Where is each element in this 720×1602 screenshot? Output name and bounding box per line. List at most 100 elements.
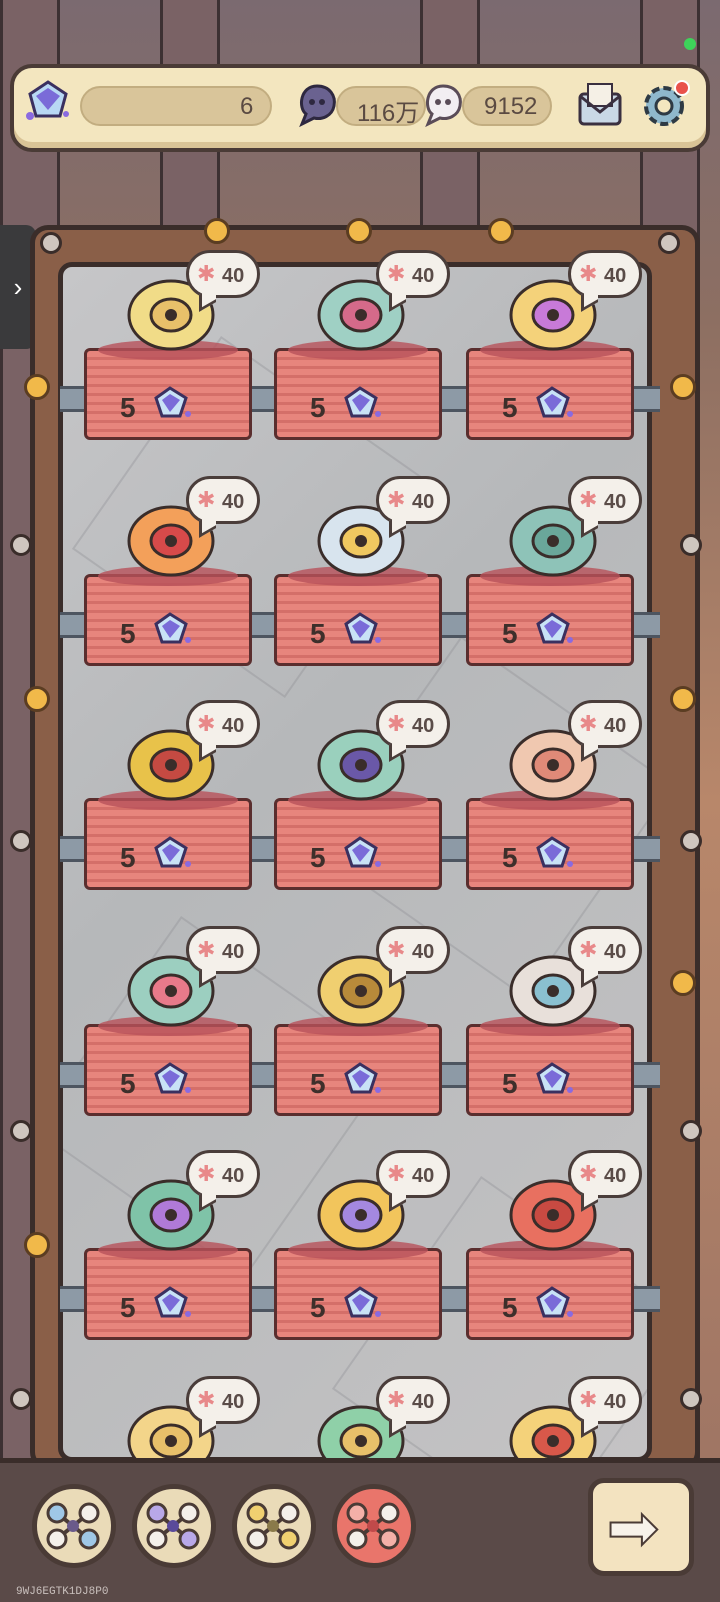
reward-amount: 40	[604, 715, 627, 737]
purple-molecule-icon	[146, 1502, 200, 1550]
flower-icon: ✱	[197, 487, 216, 512]
item-price: 5	[120, 618, 136, 649]
mail-icon[interactable]	[574, 78, 626, 130]
gem-currency-icon	[26, 80, 69, 120]
gem-price-icon	[154, 836, 191, 868]
gem-price-icon	[536, 1286, 573, 1318]
settings-gear-icon[interactable]	[638, 78, 692, 132]
shop-item-slot[interactable]: ✱ 40 5	[76, 250, 262, 466]
flower-icon: ✱	[387, 487, 406, 512]
chevron-right-icon: ›	[13, 271, 23, 302]
shop-item-slot[interactable]: ✱ 40 5	[266, 476, 452, 692]
status-indicator-dot	[684, 38, 696, 50]
reward-amount: 40	[222, 715, 245, 737]
shop-item-slot[interactable]: ✱ 40 5	[266, 250, 452, 466]
gem-count: 6	[240, 93, 254, 120]
reward-bubble: ✱ 40	[376, 700, 450, 748]
reward-amount: 40	[412, 265, 435, 287]
shop-item-slot[interactable]: ✱ 40 5	[76, 476, 262, 692]
flower-icon: ✱	[197, 1387, 216, 1412]
lamp-decor	[24, 374, 50, 400]
shop-item-slot[interactable]: ✱ 40 5	[266, 1150, 452, 1366]
flower-icon: ✱	[387, 261, 406, 286]
flower-icon: ✱	[579, 937, 598, 962]
item-price: 5	[310, 618, 326, 649]
shop-item-slot[interactable]: ✱ 40 5	[458, 926, 644, 1142]
molecule-tool-button[interactable]	[332, 1484, 416, 1568]
gem-price-icon	[154, 1062, 191, 1094]
gem-price-icon	[154, 1286, 191, 1318]
reward-amount: 40	[412, 491, 435, 513]
arrow-right-icon: ➡	[606, 1493, 660, 1564]
reward-amount: 40	[412, 715, 435, 737]
gem-price-icon	[344, 1286, 381, 1318]
gem-price-icon	[344, 612, 381, 644]
reward-bubble: ✱ 40	[568, 250, 642, 298]
reward-bubble: ✱ 40	[568, 700, 642, 748]
bolt-decor	[680, 534, 702, 556]
flower-icon: ✱	[197, 1161, 216, 1186]
gem-price-icon	[344, 836, 381, 868]
item-price: 5	[310, 1068, 326, 1099]
reward-amount: 40	[604, 1165, 627, 1187]
shop-item-slot[interactable]: ✱ 40 5	[76, 700, 262, 916]
gem-price-icon	[536, 1062, 573, 1094]
item-price: 5	[310, 1292, 326, 1323]
bolt-decor	[680, 1120, 702, 1142]
flower-icon: ✱	[197, 937, 216, 962]
flower-icon: ✱	[579, 1161, 598, 1186]
reward-bubble: ✱ 40	[186, 1376, 260, 1424]
lamp-decor	[24, 686, 50, 712]
shop-item-slot[interactable]: ✱ 40 5	[458, 1150, 644, 1366]
reward-bubble: ✱ 40	[568, 1376, 642, 1424]
reward-amount: 40	[222, 1165, 245, 1187]
reward-bubble: ✱ 40	[376, 476, 450, 524]
reward-amount: 40	[604, 941, 627, 963]
lamp-decor	[670, 374, 696, 400]
next-page-button[interactable]: ➡	[588, 1478, 694, 1576]
bolt-decor	[40, 232, 62, 254]
bolt-decor	[10, 830, 32, 852]
gem-price-icon	[154, 612, 191, 644]
reward-bubble: ✱ 40	[568, 926, 642, 974]
molecule-tool-button[interactable]	[232, 1484, 316, 1568]
shop-item-slot[interactable]: ✱ 40 5	[266, 926, 452, 1142]
molecule-tool-button[interactable]	[32, 1484, 116, 1568]
reward-amount: 40	[412, 1391, 435, 1413]
flower-icon: ✱	[579, 487, 598, 512]
gem-price-icon	[536, 836, 573, 868]
dark-soul-count: 116万	[357, 100, 420, 127]
shop-item-slot[interactable]: ✱ 40 5	[76, 1150, 262, 1366]
flower-icon: ✱	[197, 711, 216, 736]
lamp-decor	[204, 218, 230, 244]
light-soul-icon	[425, 84, 462, 128]
item-price: 5	[120, 1292, 136, 1323]
shop-item-slot[interactable]: ✱ 40 5	[266, 700, 452, 916]
reward-bubble: ✱ 40	[186, 476, 260, 524]
bolt-decor	[10, 1388, 32, 1410]
item-price: 5	[120, 392, 136, 423]
reward-amount: 40	[222, 265, 245, 287]
reward-amount: 40	[222, 941, 245, 963]
item-price: 5	[120, 842, 136, 873]
molecule-tool-button[interactable]	[132, 1484, 216, 1568]
flower-icon: ✱	[579, 261, 598, 286]
lamp-decor	[346, 218, 372, 244]
shop-item-slot[interactable]: ✱ 40 5	[458, 250, 644, 466]
reward-amount: 40	[604, 1391, 627, 1413]
item-price: 5	[310, 392, 326, 423]
item-price: 5	[502, 1292, 518, 1323]
item-price: 5	[310, 842, 326, 873]
blue-molecule-icon	[46, 1502, 100, 1550]
shop-item-slot[interactable]: ✱ 40 5	[76, 926, 262, 1142]
reward-bubble: ✱ 40	[376, 1376, 450, 1424]
shop-item-slot[interactable]: ✱ 40 5	[458, 700, 644, 916]
lamp-decor	[488, 218, 514, 244]
reward-bubble: ✱ 40	[376, 1150, 450, 1198]
reward-amount: 40	[604, 265, 627, 287]
bolt-decor	[680, 830, 702, 852]
item-price: 5	[502, 392, 518, 423]
flower-icon: ✱	[579, 711, 598, 736]
shop-item-slot[interactable]: ✱ 40 5	[458, 476, 644, 692]
gem-price-icon	[344, 386, 381, 418]
